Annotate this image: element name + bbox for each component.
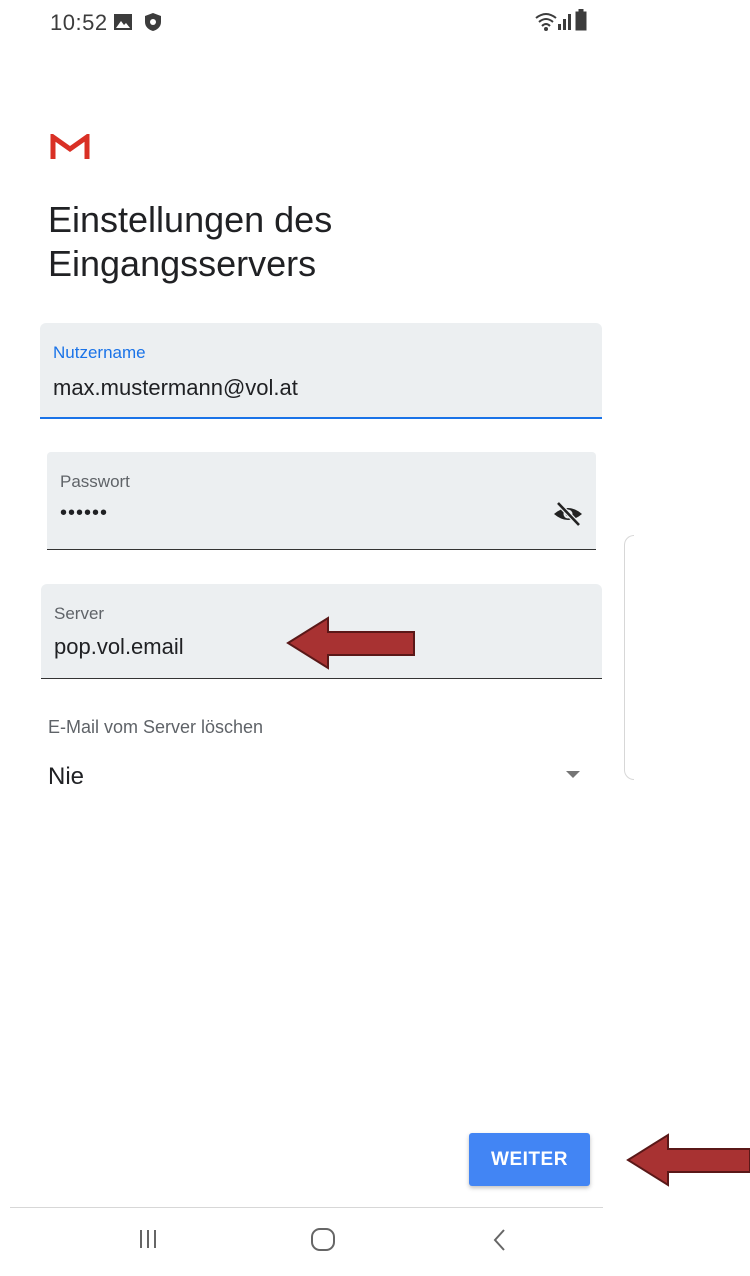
password-field[interactable]: Passwort ••••••: [47, 452, 596, 550]
server-value[interactable]: pop.vol.email: [54, 634, 184, 660]
navigation-bar: [10, 1207, 603, 1276]
gmail-logo: [50, 134, 90, 159]
wifi-icon: [535, 13, 557, 31]
shield-icon: [145, 13, 161, 31]
status-bar: 10:52: [0, 0, 650, 50]
delete-from-server-label: E-Mail vom Server löschen: [48, 717, 264, 737]
gallery-icon: [114, 14, 132, 30]
dropdown-arrow-icon: [566, 771, 580, 778]
username-field[interactable]: Nutzername max.mustermann@vol.at: [40, 323, 602, 419]
eye-off-icon[interactable]: [552, 500, 584, 528]
page-title: Einstellungen des Eingangsservers: [48, 199, 333, 284]
server-label: Server: [54, 604, 105, 623]
status-time: 10:52: [50, 10, 108, 35]
battery-icon: [575, 9, 587, 31]
password-value[interactable]: ••••••: [60, 502, 108, 525]
weiter-button[interactable]: WEITER: [469, 1133, 590, 1186]
delete-from-server-select[interactable]: Nie: [48, 755, 588, 801]
username-label: Nutzername: [53, 343, 146, 362]
signal-icon: [558, 14, 571, 30]
username-value[interactable]: max.mustermann@vol.at: [53, 375, 298, 401]
scroll-edge: [624, 535, 634, 780]
recent-apps-icon[interactable]: [135, 1226, 161, 1252]
back-icon[interactable]: [488, 1226, 512, 1254]
delete-from-server-value: Nie: [48, 763, 85, 790]
annotation-arrow-server: [286, 616, 415, 670]
home-icon[interactable]: [309, 1226, 337, 1254]
password-label: Passwort: [60, 472, 130, 491]
annotation-arrow-weiter: [626, 1133, 750, 1187]
